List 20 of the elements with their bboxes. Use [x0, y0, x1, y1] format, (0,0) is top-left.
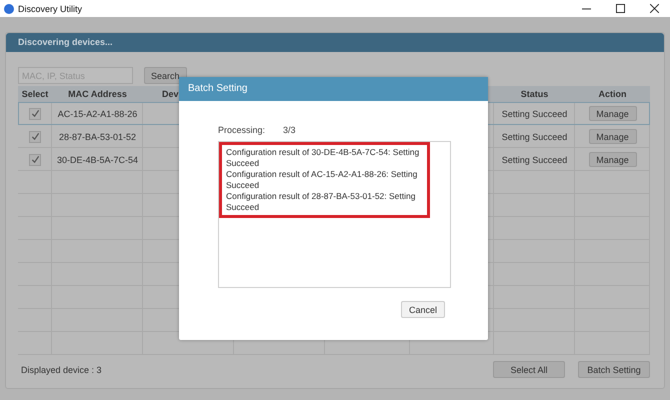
window-title: Discovery Utility — [18, 4, 82, 14]
device-count: Displayed device : 3 — [21, 364, 102, 374]
table-cell: Setting Succeed — [502, 154, 568, 164]
dialog-title: Batch Setting — [179, 77, 488, 101]
progress-value: 3/3 — [283, 125, 296, 135]
column-header: Dev — [162, 89, 179, 99]
log-line: Configuration result of 30-DE-4B-5A-7C-54: Setting Succeed — [226, 147, 420, 169]
column-header: Action — [598, 89, 626, 99]
table-cell: 30-DE-4B-5A-7C-54 — [56, 154, 138, 164]
log-line: Configuration result of 28-87-BA-53-01-52: Setting Succeed — [226, 191, 416, 213]
panel-title: Discovering devices... — [6, 33, 664, 52]
table-cell: Setting Succeed — [502, 108, 568, 118]
log-line: Configuration result of AC-15-A2-A1-88-26: Setting Succeed — [226, 169, 418, 191]
column-header: Select — [22, 89, 48, 99]
progress-label: Processing: — [218, 125, 266, 135]
column-header: Status — [520, 89, 548, 99]
table-cell: AC-15-A2-A1-88-26 — [58, 108, 138, 118]
table-cell: Setting Succeed — [502, 132, 568, 142]
column-header: MAC Address — [68, 89, 127, 99]
table-cell: 28-87-BA-53-01-52 — [58, 132, 136, 142]
